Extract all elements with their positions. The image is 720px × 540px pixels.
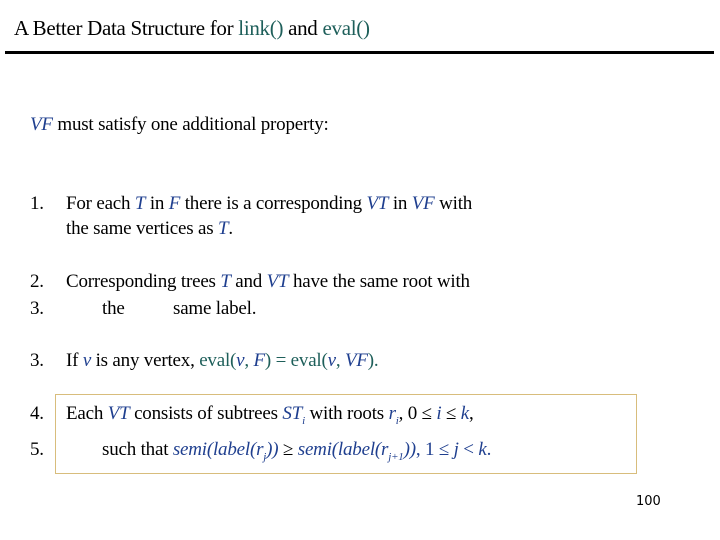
title-link-fn: link() xyxy=(238,16,284,40)
intro-line: VF must satisfy one additional property: xyxy=(30,114,329,136)
title-eval-fn: eval() xyxy=(322,16,370,40)
item-text: Each VT consists of subtrees STi with ro… xyxy=(66,403,474,427)
item-number: 2. xyxy=(30,271,44,292)
title-text: A Better Data Structure for xyxy=(14,16,239,40)
item-number: 3. xyxy=(30,298,44,319)
title-divider xyxy=(5,51,714,54)
item-text: If v is any vertex, eval(v, F) = eval(v,… xyxy=(66,350,379,371)
item-number: 5. xyxy=(30,439,44,460)
vf-symbol: VF xyxy=(30,114,53,135)
slide-title: A Better Data Structure for link() and e… xyxy=(14,16,370,41)
item-text: For each T in F there is a corresponding… xyxy=(66,193,473,214)
item-text: same label. xyxy=(173,298,257,319)
item-number: 3. xyxy=(30,350,44,371)
item-number: 4. xyxy=(30,403,44,424)
item-text: such that semi(label(rj)) ≥ semi(label(r… xyxy=(102,439,492,463)
item-number: 1. xyxy=(30,193,44,214)
item-text: the xyxy=(102,298,125,319)
page-number: 100 xyxy=(636,494,661,509)
item-text: the same vertices as T. xyxy=(66,218,233,239)
item-text: Corresponding trees T and VT have the sa… xyxy=(66,271,470,292)
title-text-and: and xyxy=(283,16,323,40)
intro-text: must satisfy one additional property: xyxy=(52,114,329,135)
